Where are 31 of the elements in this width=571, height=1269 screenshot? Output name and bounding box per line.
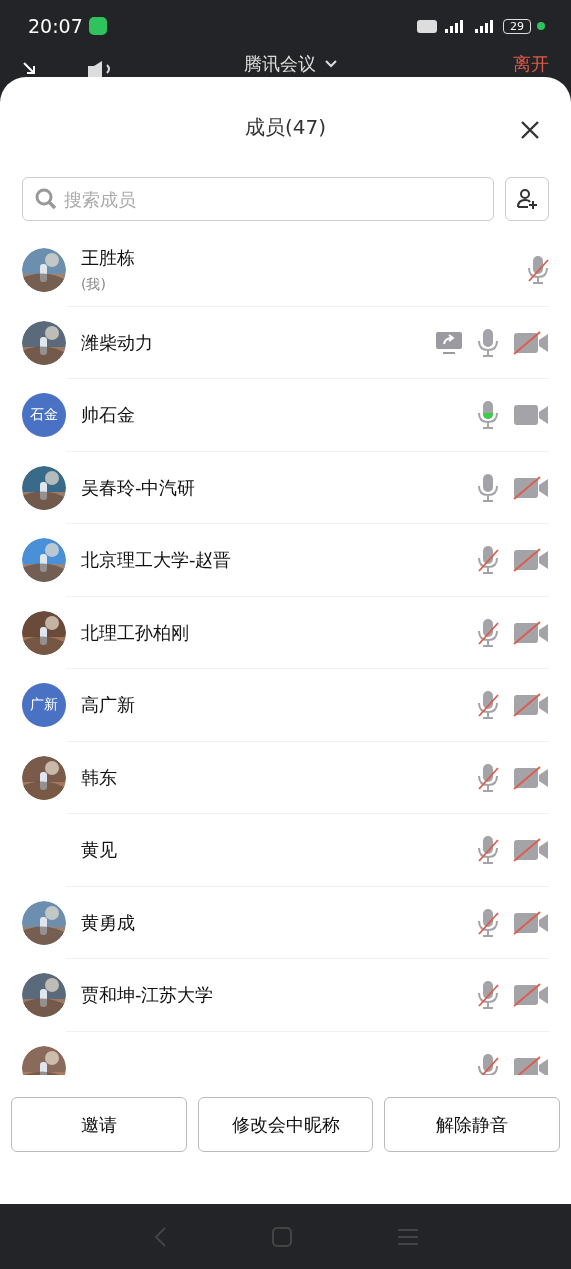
- member-name: 高广新: [81, 693, 136, 718]
- member-name: 帅石金: [81, 403, 136, 428]
- member-name: 北理工孙柏刚: [81, 620, 190, 645]
- meeting-title[interactable]: 腾讯会议: [244, 53, 316, 75]
- battery-level: 29: [503, 18, 531, 34]
- add-person-icon: [516, 188, 538, 210]
- avatar-initials: 石金: [22, 393, 66, 438]
- member-name: 潍柴动力: [81, 330, 154, 355]
- action-button[interactable]: 邀请: [11, 1097, 187, 1152]
- member-name: 王胜栋: [81, 246, 136, 271]
- avatar-initials: 广新: [22, 683, 66, 728]
- member-name: 吴春玲-中汽研: [81, 475, 197, 500]
- chat-app-icon: [88, 17, 107, 35]
- close-icon[interactable]: [520, 120, 540, 140]
- search-icon: [35, 188, 57, 210]
- member-name: 贾和坤-江苏大学: [81, 983, 215, 1008]
- member-name: 黄见: [81, 838, 118, 863]
- action-button[interactable]: 修改会中昵称: [197, 1097, 374, 1152]
- sheet-title: 成员(47): [244, 113, 327, 141]
- action-button[interactable]: 解除静音: [384, 1097, 560, 1152]
- status-time: 20:07: [28, 15, 83, 37]
- leave-button[interactable]: 离开: [513, 53, 549, 75]
- member-name: 黄勇成: [81, 910, 136, 935]
- member-name: 北京理工大学-赵晋: [81, 548, 233, 573]
- search-field[interactable]: 搜索成员: [22, 177, 494, 221]
- minimize-icon[interactable]: [22, 61, 38, 77]
- chevron-down-icon[interactable]: [324, 59, 338, 69]
- member-name: 韩东: [81, 765, 118, 790]
- add-member-button[interactable]: [505, 177, 549, 221]
- self-label: (我): [81, 276, 107, 295]
- status-dot-icon: [537, 22, 545, 30]
